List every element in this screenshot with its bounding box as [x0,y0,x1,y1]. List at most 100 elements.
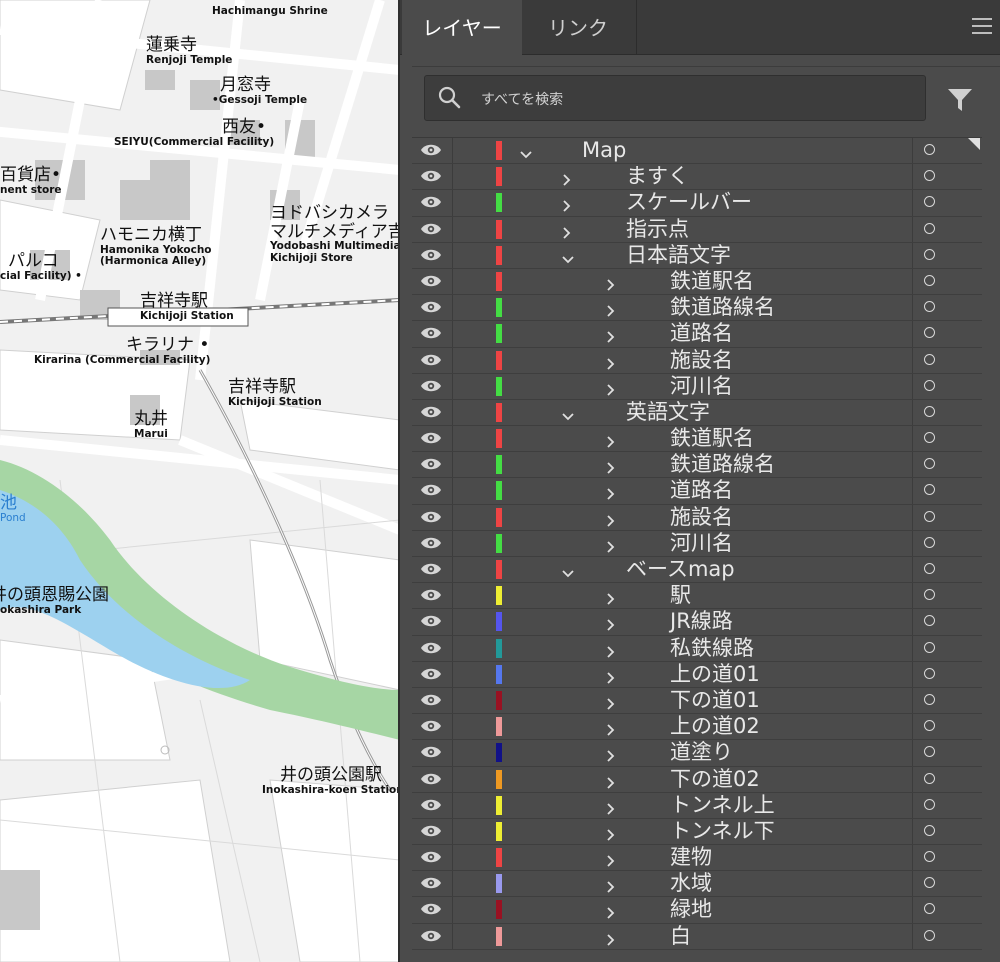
layer-row[interactable]: 日本語文字 [412,242,982,269]
target-circle-icon[interactable] [924,798,935,810]
chevron-right-icon[interactable] [606,485,616,501]
eye-icon[interactable] [420,823,442,839]
target-circle-icon[interactable] [924,615,935,627]
eye-icon[interactable] [420,692,442,708]
layer-row[interactable]: Map [412,137,982,165]
layer-name[interactable]: ベースmap [626,556,735,582]
layer-row[interactable]: 下の道01 [412,687,982,715]
layer-name[interactable]: 水域 [670,870,712,896]
eye-icon[interactable] [420,142,442,158]
eye-icon[interactable] [420,928,442,944]
target-circle-icon[interactable] [924,484,935,496]
eye-icon[interactable] [420,352,442,368]
chevron-right-icon[interactable] [606,774,616,789]
panel-menu-icon[interactable] [972,18,992,36]
eye-icon[interactable] [420,404,442,420]
target-circle-icon[interactable] [924,405,935,417]
target-circle-icon[interactable] [924,851,935,863]
chevron-right-icon[interactable] [606,852,616,867]
layer-name[interactable]: Map [582,137,626,163]
eye-icon[interactable] [420,718,442,734]
chevron-right-icon[interactable] [606,747,616,762]
target-circle-icon[interactable] [924,327,935,339]
eye-icon[interactable] [420,875,442,891]
chevron-right-icon[interactable] [606,302,616,317]
target-circle-icon[interactable] [924,536,935,548]
target-circle-icon[interactable] [924,667,935,679]
layer-row[interactable]: 下の道02 [412,766,982,793]
layer-name[interactable]: JR線路 [670,608,733,634]
layer-row[interactable]: 鉄道駅名 [412,268,982,296]
target-circle-icon[interactable] [924,929,935,941]
layer-name[interactable]: 鉄道路線名 [670,294,775,320]
layer-row[interactable]: 上の道02 [412,714,982,741]
target-circle-icon[interactable] [924,903,935,915]
layer-name[interactable]: 鉄道駅名 [670,268,754,294]
layer-name[interactable]: 道塗り [670,739,733,765]
eye-icon[interactable] [420,535,442,551]
chevron-right-icon[interactable] [606,826,616,841]
layer-row[interactable]: 道路名 [412,321,982,348]
eye-icon[interactable] [420,273,442,289]
chevron-right-icon[interactable] [562,171,572,186]
layer-row[interactable]: 上の道01 [412,661,982,688]
chevron-right-icon[interactable] [606,459,616,474]
layer-name[interactable]: 私鉄線路 [670,635,754,661]
eye-icon[interactable] [420,849,442,865]
chevron-right-icon[interactable] [606,433,616,448]
target-circle-icon[interactable] [924,301,935,313]
tab-links[interactable]: リンク [520,0,637,54]
layer-row[interactable]: 白 [412,923,982,950]
chevron-right-icon[interactable] [606,904,616,920]
target-circle-icon[interactable] [924,170,935,182]
target-circle-icon[interactable] [924,746,935,758]
filter-icon[interactable] [946,85,974,113]
chevron-right-icon[interactable] [606,590,616,605]
chevron-right-icon[interactable] [606,381,616,396]
eye-icon[interactable] [420,797,442,813]
chevron-down-icon[interactable] [562,564,574,578]
eye-icon[interactable] [420,509,442,525]
chevron-right-icon[interactable] [606,669,616,684]
layer-name[interactable]: 下の道01 [670,687,760,713]
layer-name[interactable]: 建物 [670,844,712,870]
layer-name[interactable]: 白 [670,923,691,949]
layer-name[interactable]: 駅 [670,582,691,608]
layer-row[interactable]: ベースmap [412,556,982,584]
eye-icon[interactable] [420,168,442,184]
target-circle-icon[interactable] [924,772,935,784]
search-box[interactable] [424,75,926,121]
layer-name[interactable]: 下の道02 [670,766,760,792]
chevron-down-icon[interactable] [562,250,574,264]
eye-icon[interactable] [420,771,442,787]
eye-icon[interactable] [420,666,442,682]
eye-icon[interactable] [420,194,442,210]
layer-row[interactable]: 道塗り [412,739,982,767]
layer-name[interactable]: 鉄道路線名 [670,451,775,477]
layer-row[interactable]: 水域 [412,870,982,898]
chevron-right-icon[interactable] [606,878,616,893]
chevron-right-icon[interactable] [606,538,616,553]
chevron-right-icon[interactable] [606,931,616,946]
eye-icon[interactable] [420,247,442,263]
layer-row[interactable]: 鉄道駅名 [412,426,982,453]
target-circle-icon[interactable] [924,563,935,574]
layer-name[interactable]: 緑地 [670,896,712,922]
layer-row[interactable]: 施設名 [412,347,982,374]
layer-name[interactable]: ますく [626,163,689,189]
layer-row[interactable]: スケールバー [412,189,982,217]
eye-icon[interactable] [420,456,442,472]
target-circle-icon[interactable] [924,877,935,889]
target-circle-icon[interactable] [924,144,935,155]
layer-name[interactable]: スケールバー [626,189,752,215]
search-input[interactable] [479,88,903,112]
target-circle-icon[interactable] [924,589,935,601]
layer-row[interactable]: 建物 [412,844,982,872]
layer-row[interactable]: 鉄道路線名 [412,451,982,479]
eye-icon[interactable] [420,613,442,629]
eye-icon[interactable] [420,561,442,577]
eye-icon[interactable] [420,901,442,917]
layer-row[interactable]: 駅 [412,582,982,610]
layer-row[interactable]: 河川名 [412,373,982,400]
layer-name[interactable]: 施設名 [670,504,733,530]
